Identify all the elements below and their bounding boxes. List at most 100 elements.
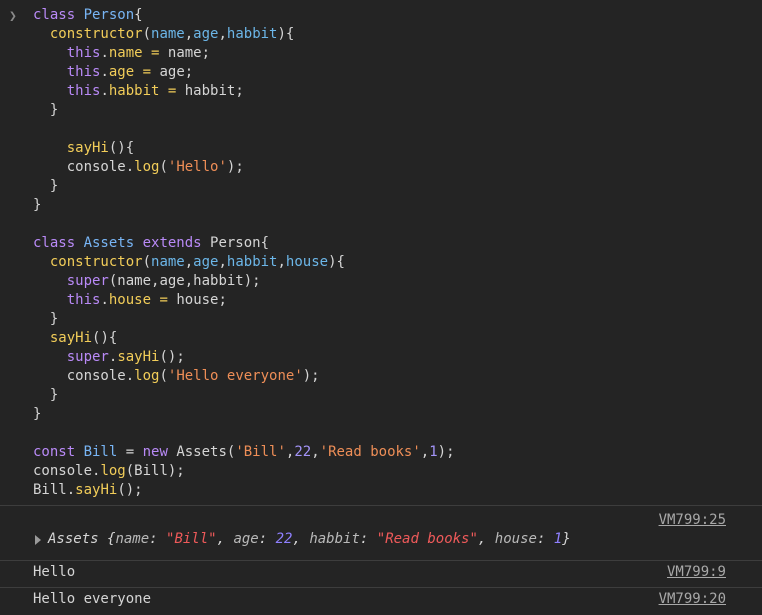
code-line: this.name = name;	[33, 44, 455, 63]
object-key: age	[233, 531, 259, 547]
log-message: Hello everyone	[33, 591, 152, 607]
code-token: log	[134, 159, 160, 175]
code-token: habbit	[108, 83, 160, 99]
code-token: ,	[277, 254, 286, 270]
object-key: house	[494, 531, 537, 547]
console-object-log: VM799:25 Assets {name: "Bill", age: 22, …	[0, 506, 762, 561]
code-token: house	[285, 254, 329, 270]
code-token: );	[437, 444, 455, 460]
code-token: habbit	[226, 26, 278, 42]
object-key: name	[115, 531, 150, 547]
object-value: "Read books"	[376, 531, 478, 547]
code-token: constructor	[49, 254, 143, 270]
code-token: house;	[167, 292, 227, 308]
code-token: sayHi	[117, 349, 160, 365]
expand-triangle-icon[interactable]	[35, 535, 41, 545]
code-token: (Bill);	[125, 463, 185, 479]
code-line: const Bill = new Assets('Bill',22,'Read …	[33, 443, 455, 462]
code-token: age	[108, 64, 135, 80]
code-token: house	[108, 292, 152, 308]
code-line: }	[33, 177, 455, 196]
code-line: sayHi(){	[33, 139, 455, 158]
code-block: class Person{ constructor(name,age,habbi…	[33, 6, 455, 500]
object-preview[interactable]: Assets {name: "Bill", age: 22, habbit: "…	[48, 531, 571, 547]
log-message: Hello	[33, 564, 76, 580]
code-line: sayHi(){	[33, 329, 455, 348]
code-token: ();	[159, 349, 185, 365]
source-link-vm799-25[interactable]: VM799:25	[659, 512, 726, 528]
chevron-right-icon: ❯	[9, 9, 17, 24]
code-token: name	[151, 254, 185, 270]
code-token: .	[100, 83, 109, 99]
code-token: habbit;	[176, 83, 244, 99]
code-token: ,	[218, 254, 227, 270]
code-token: (	[142, 254, 152, 270]
code-token: Assets	[83, 235, 135, 251]
code-token: 'Hello'	[167, 159, 227, 175]
code-token: age	[193, 254, 219, 270]
code-token: {	[134, 7, 143, 23]
code-token: Bill.	[33, 482, 76, 498]
code-token: ){	[328, 254, 345, 270]
code-token: .	[100, 64, 109, 80]
source-link-vm799-9[interactable]: VM799:9	[667, 564, 726, 580]
console-log-hello-everyone: Hello everyone VM799:20	[0, 588, 762, 615]
code-token: sayHi	[66, 140, 109, 156]
code-line: console.log('Hello everyone');	[33, 367, 455, 386]
code-token: }	[33, 197, 42, 213]
code-line: this.age = age;	[33, 63, 455, 82]
code-token: (){	[108, 140, 135, 156]
code-token: Assets(	[176, 444, 236, 460]
code-line: Bill.sayHi();	[33, 481, 455, 500]
code-token: this	[66, 83, 101, 99]
code-token: ){	[277, 26, 295, 42]
code-token: );	[226, 159, 244, 175]
code-token: ,	[311, 444, 320, 460]
code-token: =	[117, 444, 143, 460]
code-line: }	[33, 196, 455, 215]
code-line: super(name,age,habbit);	[33, 272, 455, 291]
object-value: 1	[553, 531, 563, 547]
code-token: super	[66, 349, 109, 365]
code-token: .	[100, 292, 109, 308]
code-token: .	[100, 45, 109, 61]
code-token: name;	[159, 45, 211, 61]
object-value: "Bill"	[166, 531, 217, 547]
code-token: Person{	[210, 235, 270, 251]
code-token: age	[193, 26, 219, 42]
code-token: 'Bill'	[235, 444, 286, 460]
code-token: (	[159, 368, 168, 384]
code-token: name	[108, 45, 143, 61]
code-line: }	[33, 101, 455, 120]
code-token: Bill	[83, 444, 118, 460]
code-line: }	[33, 310, 455, 329]
code-token: ();	[117, 482, 143, 498]
code-token: }	[33, 406, 42, 422]
code-token: log	[134, 368, 160, 384]
source-link-vm799-20[interactable]: VM799:20	[659, 591, 726, 607]
code-token: );	[302, 368, 320, 384]
code-token: }	[33, 387, 59, 403]
code-token: const	[33, 444, 84, 460]
code-line: class Assets extends Person{	[33, 234, 455, 253]
code-token: habbit	[226, 254, 278, 270]
code-line: super.sayHi();	[33, 348, 455, 367]
code-token: =	[159, 292, 168, 308]
code-line: }	[33, 386, 455, 405]
console-log-hello: Hello VM799:9	[0, 561, 762, 588]
code-token: this	[66, 292, 101, 308]
code-token: this	[66, 64, 101, 80]
code-token: constructor	[49, 26, 143, 42]
code-token: ,	[184, 26, 194, 42]
code-token: age;	[151, 64, 194, 80]
